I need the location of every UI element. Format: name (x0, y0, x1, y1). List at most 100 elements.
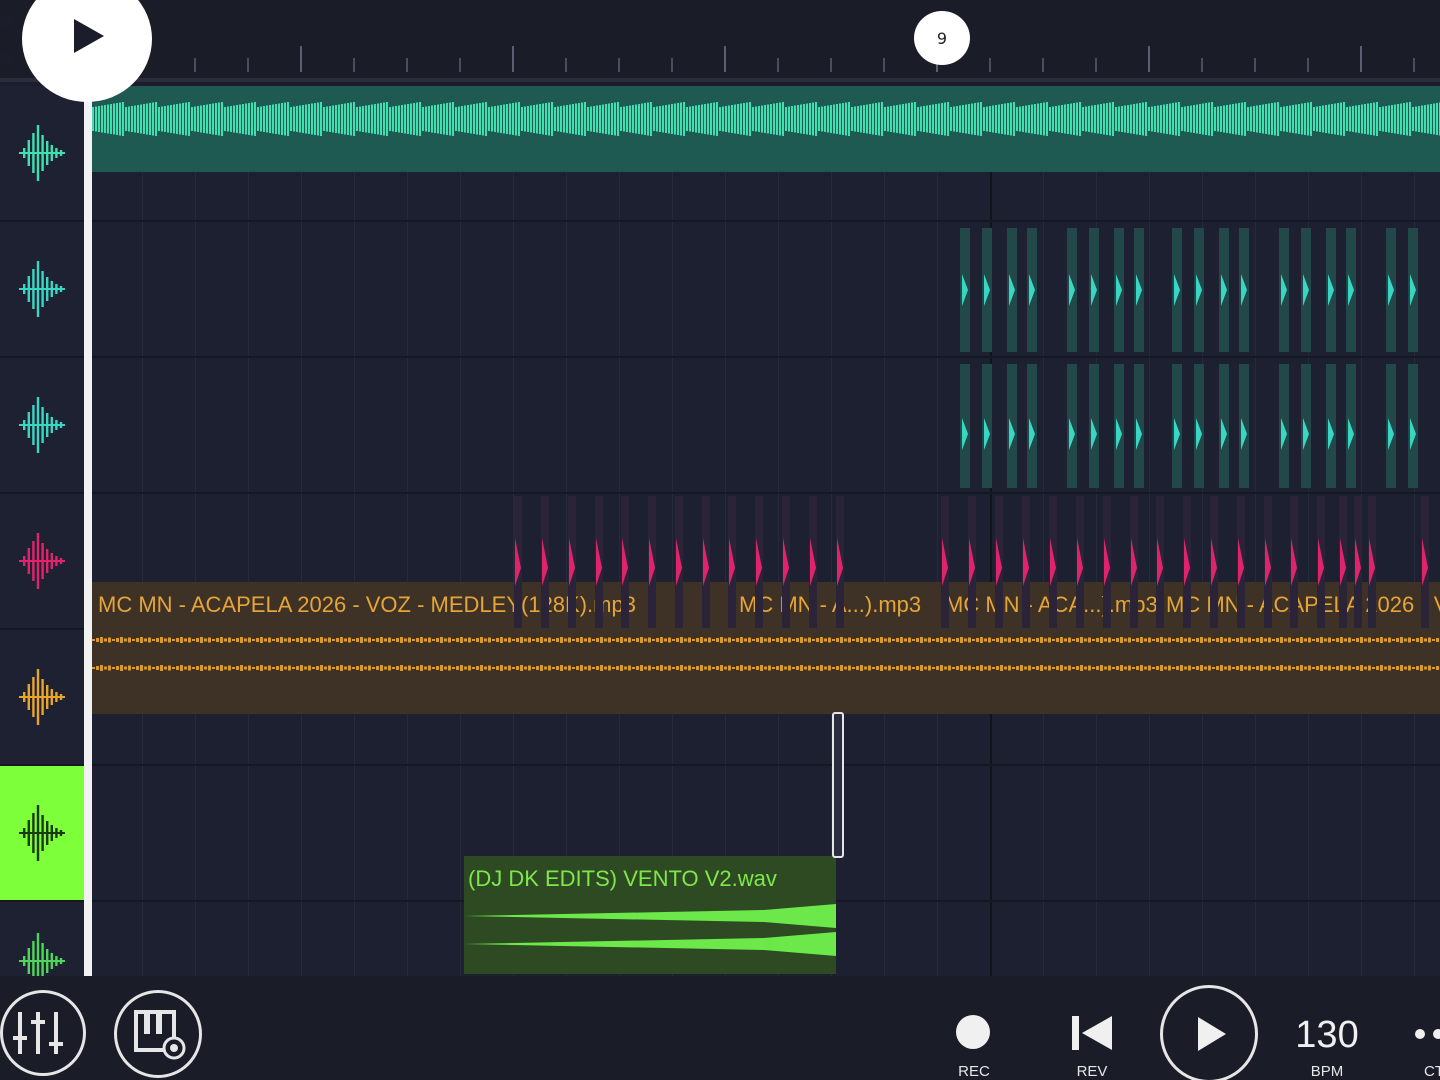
bpm-value[interactable]: 130 (1290, 1014, 1364, 1057)
drum-hit-clip[interactable] (982, 364, 992, 488)
drum-hit-clip[interactable] (1194, 364, 1204, 488)
drum-hit-clip[interactable] (1027, 364, 1037, 488)
drum-hit-clip[interactable] (1007, 364, 1017, 488)
track-lane-2[interactable] (92, 222, 1440, 358)
ruler-tick (724, 46, 726, 72)
track-header-1[interactable] (0, 86, 84, 222)
pink-hit-clip[interactable] (728, 496, 736, 628)
play-icon (1198, 1017, 1226, 1051)
drum-hit-clip[interactable] (1134, 364, 1144, 488)
drum-hit-clip[interactable] (1114, 364, 1124, 488)
piano-settings-button[interactable] (114, 990, 202, 1078)
drum-hit-clip[interactable] (1326, 364, 1336, 488)
drum-hit-clip[interactable] (1279, 364, 1289, 488)
clip-edge-handle[interactable] (832, 712, 844, 858)
drum-hit-clip[interactable] (1172, 364, 1182, 488)
pink-hit-waveform (515, 538, 521, 586)
drum-hit-clip[interactable] (960, 228, 970, 352)
pink-hit-clip[interactable] (995, 496, 1003, 628)
drum-hit-clip[interactable] (1089, 364, 1099, 488)
pink-hit-clip[interactable] (809, 496, 817, 628)
drum-hit-clip[interactable] (1346, 228, 1356, 352)
pink-hit-clip[interactable] (1076, 496, 1084, 628)
drum-hit-clip[interactable] (1346, 364, 1356, 488)
rev-button[interactable] (1070, 1014, 1114, 1052)
drum-hit-clip[interactable] (1239, 364, 1249, 488)
pink-hit-clip[interactable] (1210, 496, 1218, 628)
pink-hit-clip[interactable] (1130, 496, 1138, 628)
grid-line (1255, 766, 1256, 900)
pink-hit-clip[interactable] (702, 496, 710, 628)
grid-line (142, 222, 143, 356)
track1-audio-clip[interactable] (92, 86, 1440, 172)
drum-hit-clip[interactable] (960, 364, 970, 488)
drum-hit-clip[interactable] (1301, 364, 1311, 488)
pink-hit-clip[interactable] (1264, 496, 1272, 628)
drum-hit-clip[interactable] (1386, 364, 1396, 488)
grid-line (1149, 766, 1150, 900)
pink-hit-clip[interactable] (1022, 496, 1030, 628)
drum-hit-clip[interactable] (1134, 228, 1144, 352)
pink-hit-clip[interactable] (1183, 496, 1191, 628)
pink-hit-clip[interactable] (1156, 496, 1164, 628)
pink-hit-clip[interactable] (1290, 496, 1298, 628)
grid-line (513, 358, 514, 492)
rec-button[interactable] (956, 1015, 992, 1051)
drum-hit-clip[interactable] (1239, 228, 1249, 352)
timeline-ruler[interactable] (0, 0, 1440, 82)
drum-hit-clip[interactable] (982, 228, 992, 352)
grid-line (831, 222, 832, 356)
more-button[interactable] (1410, 1022, 1440, 1046)
pink-hit-clip[interactable] (1368, 496, 1376, 628)
pink-hit-clip[interactable] (941, 496, 949, 628)
pink-hit-clip[interactable] (1354, 496, 1362, 628)
drum-hit-clip[interactable] (1067, 228, 1077, 352)
pink-hit-clip[interactable] (782, 496, 790, 628)
track-header-6[interactable] (0, 766, 84, 902)
pink-hit-clip[interactable] (541, 496, 549, 628)
drum-hit-clip[interactable] (1007, 228, 1017, 352)
track-header-2[interactable] (0, 222, 84, 358)
pink-hit-clip[interactable] (1049, 496, 1057, 628)
track-header-3[interactable] (0, 358, 84, 494)
pink-hit-clip[interactable] (968, 496, 976, 628)
drum-hit-clip[interactable] (1408, 228, 1418, 352)
pink-hit-clip[interactable] (675, 496, 683, 628)
grid-line (619, 222, 620, 356)
arrangement-lanes[interactable]: MC MN - ACAPELA 2026 - VOZ - MEDLEY(128K… (92, 86, 1440, 1022)
drum-hit-clip[interactable] (1301, 228, 1311, 352)
track-header-4[interactable] (0, 494, 84, 630)
mixer-button[interactable] (0, 990, 86, 1076)
pink-hit-clip[interactable] (621, 496, 629, 628)
drum-hit-clip[interactable] (1219, 364, 1229, 488)
pink-hit-clip[interactable] (836, 496, 844, 628)
pink-hit-clip[interactable] (1103, 496, 1111, 628)
pink-hit-clip[interactable] (1421, 496, 1429, 628)
pink-hit-clip[interactable] (755, 496, 763, 628)
pink-hit-clip[interactable] (648, 496, 656, 628)
grid-line (407, 222, 408, 356)
pink-hit-clip[interactable] (1317, 496, 1325, 628)
drum-hit-clip[interactable] (1386, 228, 1396, 352)
drum-hit-clip[interactable] (1089, 228, 1099, 352)
pink-hit-clip[interactable] (1237, 496, 1245, 628)
drum-hit-clip[interactable] (1219, 228, 1229, 352)
drum-hit-clip[interactable] (1326, 228, 1336, 352)
drum-hit-clip[interactable] (1408, 364, 1418, 488)
pink-hit-clip[interactable] (595, 496, 603, 628)
drum-hit-clip[interactable] (1194, 228, 1204, 352)
bar-marker[interactable]: 9 (914, 11, 970, 65)
drum-hit-clip[interactable] (1114, 228, 1124, 352)
drum-hit-clip[interactable] (1279, 228, 1289, 352)
pink-hit-clip[interactable] (514, 496, 522, 628)
pink-hit-clip[interactable] (568, 496, 576, 628)
playhead[interactable] (84, 82, 92, 976)
pink-hit-clip[interactable] (1339, 496, 1347, 628)
play-button[interactable] (1160, 985, 1258, 1080)
track-lane-3[interactable] (92, 358, 1440, 494)
drum-hit-clip[interactable] (1027, 228, 1037, 352)
track-header-5[interactable] (0, 630, 84, 766)
drum-hit-clip[interactable] (1067, 364, 1077, 488)
vento-clip[interactable]: (DJ DK EDITS) VENTO V2.wav (464, 856, 836, 974)
drum-hit-clip[interactable] (1172, 228, 1182, 352)
